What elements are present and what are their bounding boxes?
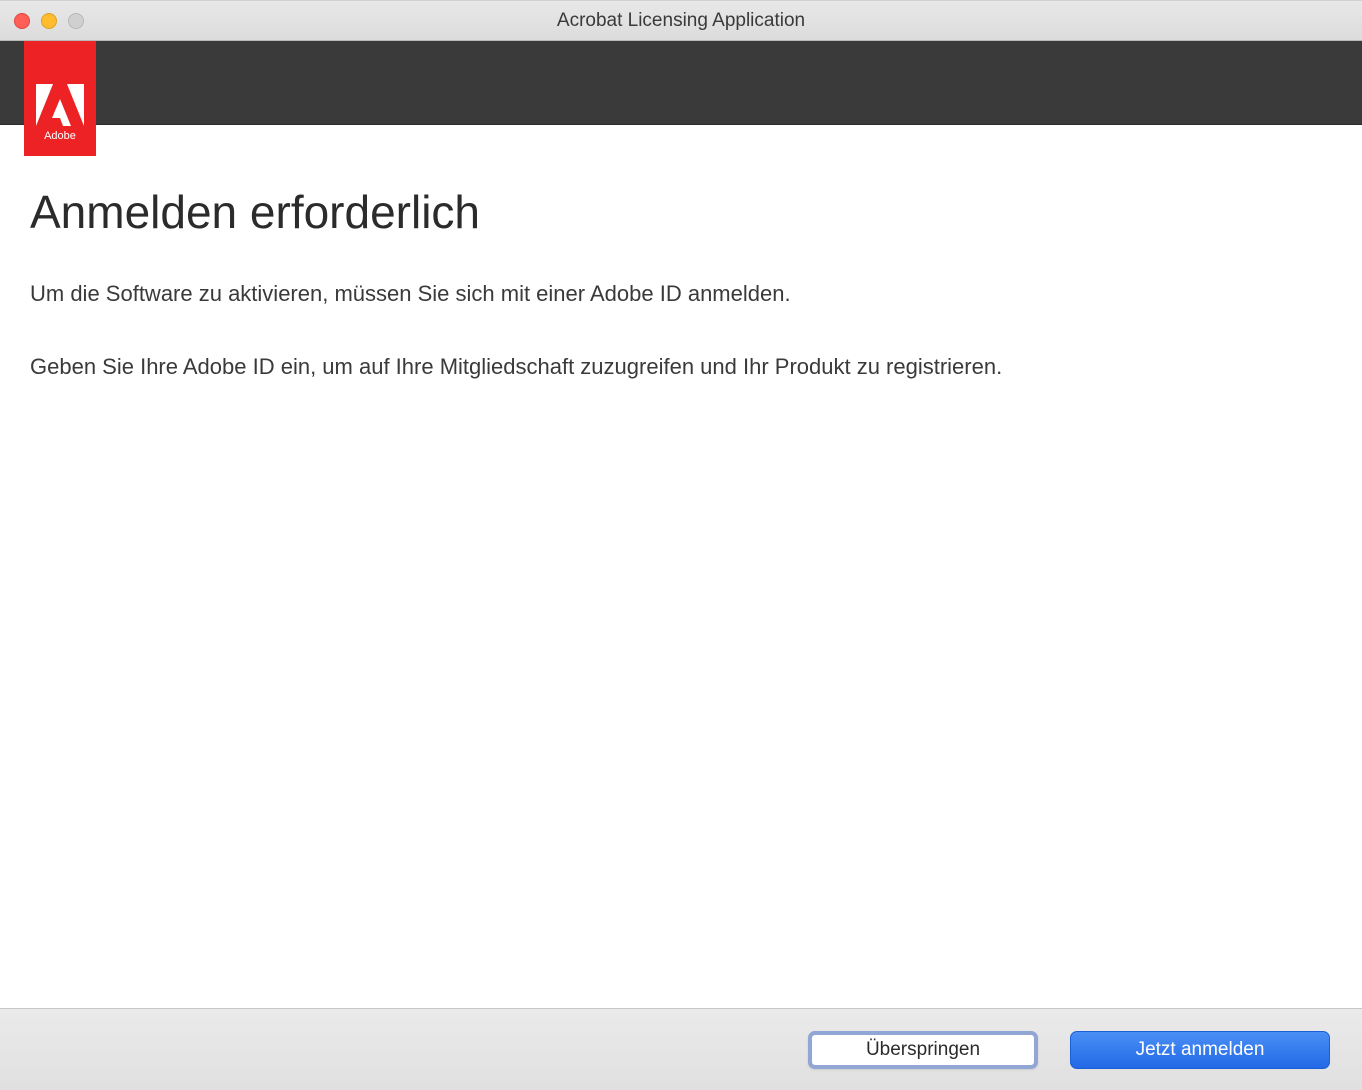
adobe-logo-text: Adobe	[44, 130, 76, 142]
application-window: Acrobat Licensing Application Adobe Anme…	[0, 0, 1362, 1090]
adobe-logo-icon	[36, 84, 84, 126]
titlebar[interactable]: Acrobat Licensing Application	[0, 1, 1362, 41]
maximize-window-button	[68, 13, 84, 29]
skip-button[interactable]: Überspringen	[808, 1031, 1038, 1069]
description-paragraph-1: Um die Software zu aktivieren, müssen Si…	[30, 277, 1332, 310]
adobe-logo: Adobe	[24, 41, 96, 156]
description-paragraph-2: Geben Sie Ihre Adobe ID ein, um auf Ihre…	[30, 350, 1332, 383]
page-heading: Anmelden erforderlich	[30, 185, 1332, 239]
sign-in-button[interactable]: Jetzt anmelden	[1070, 1031, 1330, 1069]
close-window-button[interactable]	[14, 13, 30, 29]
window-controls	[14, 13, 84, 29]
header-bar: Adobe	[0, 41, 1362, 125]
window-title: Acrobat Licensing Application	[557, 10, 805, 32]
content-area: Anmelden erforderlich Um die Software zu…	[0, 125, 1362, 1008]
footer-bar: Überspringen Jetzt anmelden	[0, 1008, 1362, 1090]
minimize-window-button[interactable]	[41, 13, 57, 29]
